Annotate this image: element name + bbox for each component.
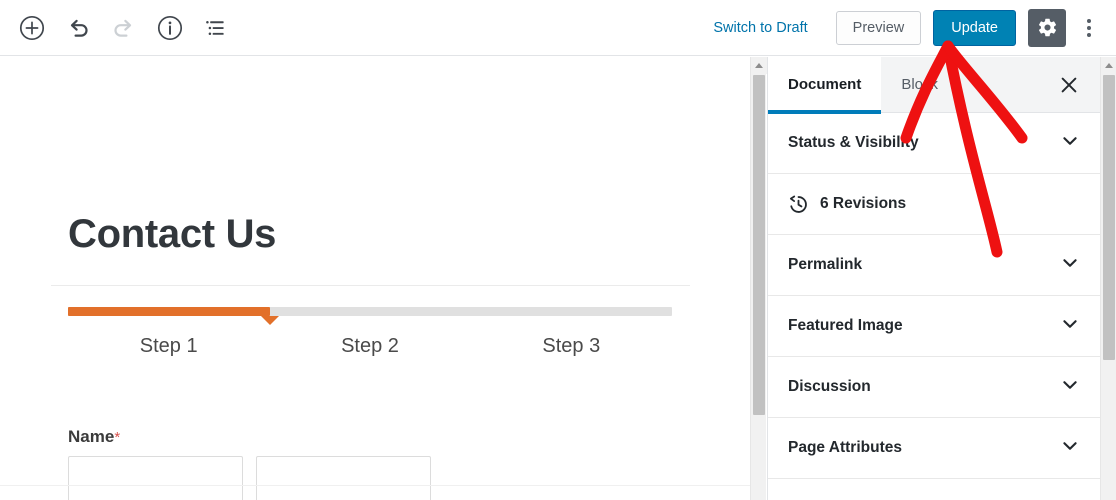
content-info-icon[interactable] [148, 6, 192, 50]
toolbar-right-group: Switch to Draft Preview Update [701, 8, 1116, 48]
step-label-2: Step 2 [341, 335, 399, 357]
undo-icon[interactable] [56, 6, 100, 50]
panel-discussion[interactable]: Discussion [768, 357, 1100, 418]
wordpress-block-editor: Switch to Draft Preview Update Contact U… [0, 0, 1116, 500]
redo-icon [102, 6, 146, 50]
scroll-up-arrow-icon[interactable] [751, 57, 767, 74]
panel-discussion-label: Discussion [788, 378, 871, 395]
chevron-down-icon [1060, 314, 1080, 339]
step-labels: Step 1 Step 2 Step 3 [68, 335, 672, 358]
progress-caret-icon [260, 316, 279, 325]
progress-track [68, 307, 672, 325]
panel-page-attributes-label: Page Attributes [788, 439, 902, 456]
chevron-down-icon [1060, 375, 1080, 400]
sidebar-scrollbar-thumb[interactable] [1103, 75, 1115, 360]
name-label-text: Name [68, 427, 115, 446]
editor-top-toolbar: Switch to Draft Preview Update [0, 0, 1116, 56]
close-icon[interactable] [1052, 68, 1086, 102]
tab-document-label: Document [788, 76, 862, 93]
name-field-label: Name* [68, 427, 431, 447]
canvas-scrollbar-thumb[interactable] [753, 75, 765, 415]
step-label-3: Step 3 [542, 335, 601, 357]
chevron-down-icon [1060, 131, 1080, 156]
title-divider [51, 285, 690, 286]
form-step-indicator: Step 1 Step 2 Step 3 [68, 307, 672, 358]
panel-permalink-label: Permalink [788, 256, 863, 273]
panel-revisions[interactable]: 6 Revisions [768, 174, 1100, 235]
more-options-icon[interactable] [1072, 8, 1106, 48]
canvas-bottom-divider [0, 485, 750, 486]
editor-canvas: Contact Us Step 1 Step 2 Step 3 Name* [0, 57, 750, 500]
progress-fill [68, 307, 270, 316]
sidebar-scrollbar[interactable] [1100, 57, 1116, 500]
page-title[interactable]: Contact Us [68, 212, 276, 257]
add-block-icon[interactable] [10, 6, 54, 50]
panel-revisions-label: 6 Revisions [820, 195, 907, 212]
update-button[interactable]: Update [933, 9, 1016, 46]
name-field-group: Name* First Last [68, 427, 431, 500]
required-asterisk: * [114, 429, 121, 446]
chevron-down-icon [1060, 436, 1080, 461]
preview-button[interactable]: Preview [835, 10, 922, 45]
name-inputs-row [68, 456, 431, 500]
panel-featured-image-label: Featured Image [788, 317, 903, 334]
settings-gear-icon[interactable] [1028, 8, 1066, 47]
panel-status-visibility-label: Status & Visibility [788, 134, 919, 151]
toolbar-left-group [0, 6, 238, 50]
sidebar-tabs: Document Block [768, 57, 1100, 114]
panel-page-attributes[interactable]: Page Attributes [768, 418, 1100, 479]
panel-featured-image[interactable]: Featured Image [768, 296, 1100, 357]
panel-status-visibility[interactable]: Status & Visibility [768, 113, 1100, 174]
first-name-input[interactable] [68, 456, 243, 500]
last-name-input[interactable] [256, 456, 431, 500]
tab-document[interactable]: Document [768, 57, 882, 114]
tab-block-label: Block [901, 76, 939, 93]
switch-to-draft-button[interactable]: Switch to Draft [701, 20, 819, 36]
chevron-down-icon [1060, 253, 1080, 278]
canvas-scrollbar[interactable] [750, 57, 767, 500]
step-label-1: Step 1 [139, 335, 198, 357]
revisions-clock-icon [788, 194, 809, 215]
panel-permalink[interactable]: Permalink [768, 235, 1100, 296]
document-settings-sidebar: Document Block Status & Visibility 6 Rev… [767, 57, 1100, 500]
tab-block[interactable]: Block [881, 57, 958, 113]
scroll-up-arrow-icon[interactable] [1101, 57, 1116, 74]
list-view-icon[interactable] [194, 6, 238, 50]
